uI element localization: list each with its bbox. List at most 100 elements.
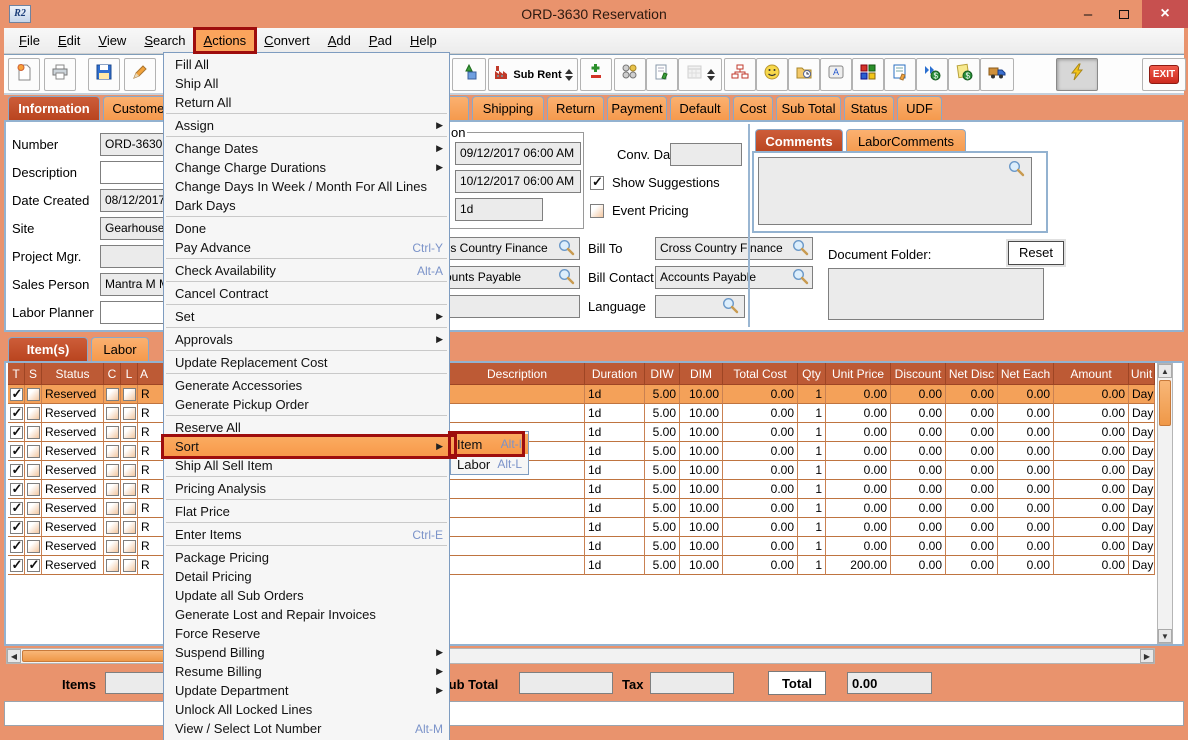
col-header-duration[interactable]: Duration (585, 363, 645, 385)
col-header-diw[interactable]: DIW (645, 363, 680, 385)
menu-item-reserve-all[interactable]: Reserve All (164, 418, 449, 437)
col-header-status[interactable]: Status (42, 363, 104, 385)
s-checkbox[interactable] (27, 407, 40, 420)
col-header-c[interactable]: C (104, 363, 121, 385)
s-checkbox[interactable] (27, 559, 40, 572)
col-header-net_disc[interactable]: Net Disc (946, 363, 998, 385)
menu-item-detail-pricing[interactable]: Detail Pricing (164, 567, 449, 586)
tab-comments[interactable]: Comments (755, 129, 843, 153)
event-pricing-checkbox[interactable] (590, 204, 604, 218)
exit-button[interactable]: EXIT (1142, 58, 1186, 91)
customer-smiley-button[interactable] (756, 58, 788, 91)
spinner-arrows-icon[interactable] (707, 69, 715, 81)
menu-item-done[interactable]: Done (164, 219, 449, 238)
menu-item-cancel-contract[interactable]: Cancel Contract (164, 284, 449, 303)
menu-edit[interactable]: Edit (49, 29, 89, 52)
print-button[interactable] (44, 58, 76, 91)
tab-labor[interactable]: Labor (91, 337, 149, 361)
deliver-to-lookup-icon[interactable] (558, 239, 576, 257)
comments-textarea[interactable] (758, 157, 1032, 225)
menu-help[interactable]: Help (401, 29, 446, 52)
tab-default[interactable]: Default (670, 96, 730, 120)
t-checkbox[interactable] (10, 407, 23, 420)
col-header-l[interactable]: L (121, 363, 138, 385)
s-checkbox[interactable] (27, 502, 40, 515)
menu-item-unlock-all-locked-lines[interactable]: Unlock All Locked Lines (164, 700, 449, 719)
c-checkbox[interactable] (106, 483, 119, 496)
tab-shipping[interactable]: Shipping (472, 96, 544, 120)
menu-item-view-select-lot-number[interactable]: View / Select Lot NumberAlt-M (164, 719, 449, 738)
menu-file[interactable]: File (10, 29, 49, 52)
tab-item-s[interactable]: Item(s) (8, 337, 88, 361)
s-checkbox[interactable] (27, 464, 40, 477)
menu-view[interactable]: View (89, 29, 135, 52)
menu-item-pay-advance[interactable]: Pay AdvanceCtrl-Y (164, 238, 449, 257)
l-checkbox[interactable] (123, 464, 136, 477)
memo-edit-button[interactable] (884, 58, 916, 91)
l-checkbox[interactable] (123, 540, 136, 553)
tab-udf[interactable]: UDF (897, 96, 942, 120)
menu-item-change-charge-durations[interactable]: Change Charge Durations▶ (164, 158, 449, 177)
reset-button[interactable]: Reset (1008, 241, 1064, 265)
col-header-unit[interactable]: Unit (1129, 363, 1155, 385)
menu-pad[interactable]: Pad (360, 29, 401, 52)
folder-history-button[interactable] (788, 58, 820, 91)
bill-contact-lookup-icon[interactable] (792, 268, 810, 286)
tab-sub-total[interactable]: Sub Total (776, 96, 841, 120)
col-header-dim[interactable]: DIM (680, 363, 723, 385)
col-header-qty[interactable]: Qty (798, 363, 826, 385)
transport-truck-button[interactable] (980, 58, 1014, 91)
submenu-item-labor[interactable]: LaborAlt-L (451, 454, 528, 474)
menu-item-update-replacement-cost[interactable]: Update Replacement Cost (164, 353, 449, 372)
menu-item-package-pricing[interactable]: Package Pricing (164, 548, 449, 567)
start-date-field[interactable]: 09/12/2017 06:00 AM (455, 142, 581, 165)
menu-item-pricing-analysis[interactable]: Pricing Analysis (164, 479, 449, 498)
submenu-item-item[interactable]: ItemAlt-I (451, 434, 528, 454)
menu-item-set[interactable]: Set▶ (164, 307, 449, 326)
t-checkbox[interactable] (10, 559, 23, 572)
c-checkbox[interactable] (106, 464, 119, 477)
bill-to-field[interactable]: Cross Country Finance (655, 237, 813, 260)
tab-laborcomments[interactable]: LaborComments (846, 129, 966, 153)
close-button[interactable]: × (1142, 0, 1188, 28)
c-checkbox[interactable] (106, 521, 119, 534)
menu-item-update-all-sub-orders[interactable]: Update all Sub Orders (164, 586, 449, 605)
billing-notes-button[interactable]: $ (948, 58, 980, 91)
vertical-scroll-thumb[interactable] (1159, 380, 1171, 426)
calendar-button[interactable] (678, 58, 722, 91)
menu-item-check-availability[interactable]: Check AvailabilityAlt-A (164, 261, 449, 280)
l-checkbox[interactable] (123, 502, 136, 515)
c-checkbox[interactable] (106, 407, 119, 420)
menu-item-update-department[interactable]: Update Department▶ (164, 681, 449, 700)
menu-item-sort[interactable]: Sort▶ (164, 437, 449, 456)
tab-return[interactable]: Return (547, 96, 604, 120)
s-checkbox[interactable] (27, 426, 40, 439)
spinner-arrows-icon[interactable] (565, 69, 573, 81)
s-checkbox[interactable] (27, 540, 40, 553)
scroll-up-arrow[interactable]: ▲ (1158, 364, 1172, 378)
grid-vertical-scrollbar[interactable]: ▲ ▼ (1157, 363, 1173, 644)
contact-lookup-icon[interactable] (558, 268, 576, 286)
menu-item-return-all[interactable]: Return All (164, 93, 449, 112)
menu-item-force-reserve[interactable]: Force Reserve (164, 624, 449, 643)
t-checkbox[interactable] (10, 426, 23, 439)
c-checkbox[interactable] (106, 559, 119, 572)
end-date-field[interactable]: 10/12/2017 06:00 AM (455, 170, 581, 193)
tab-cost[interactable]: Cost (733, 96, 773, 120)
language-lookup-icon[interactable] (722, 297, 740, 315)
t-checkbox[interactable] (10, 388, 23, 401)
menu-item-resume-billing[interactable]: Resume Billing▶ (164, 662, 449, 681)
c-checkbox[interactable] (106, 426, 119, 439)
l-checkbox[interactable] (123, 483, 136, 496)
duration-field[interactable]: 1d (455, 198, 543, 221)
c-checkbox[interactable] (106, 445, 119, 458)
tax-field[interactable] (650, 672, 734, 694)
comments-zoom-icon[interactable] (1008, 160, 1026, 178)
bill-to-lookup-icon[interactable] (792, 239, 810, 257)
t-checkbox[interactable] (10, 445, 23, 458)
s-checkbox[interactable] (27, 521, 40, 534)
sub-rent-button[interactable]: Sub Rent (488, 58, 578, 91)
t-checkbox[interactable] (10, 502, 23, 515)
c-checkbox[interactable] (106, 388, 119, 401)
col-header-t[interactable]: T (8, 363, 25, 385)
